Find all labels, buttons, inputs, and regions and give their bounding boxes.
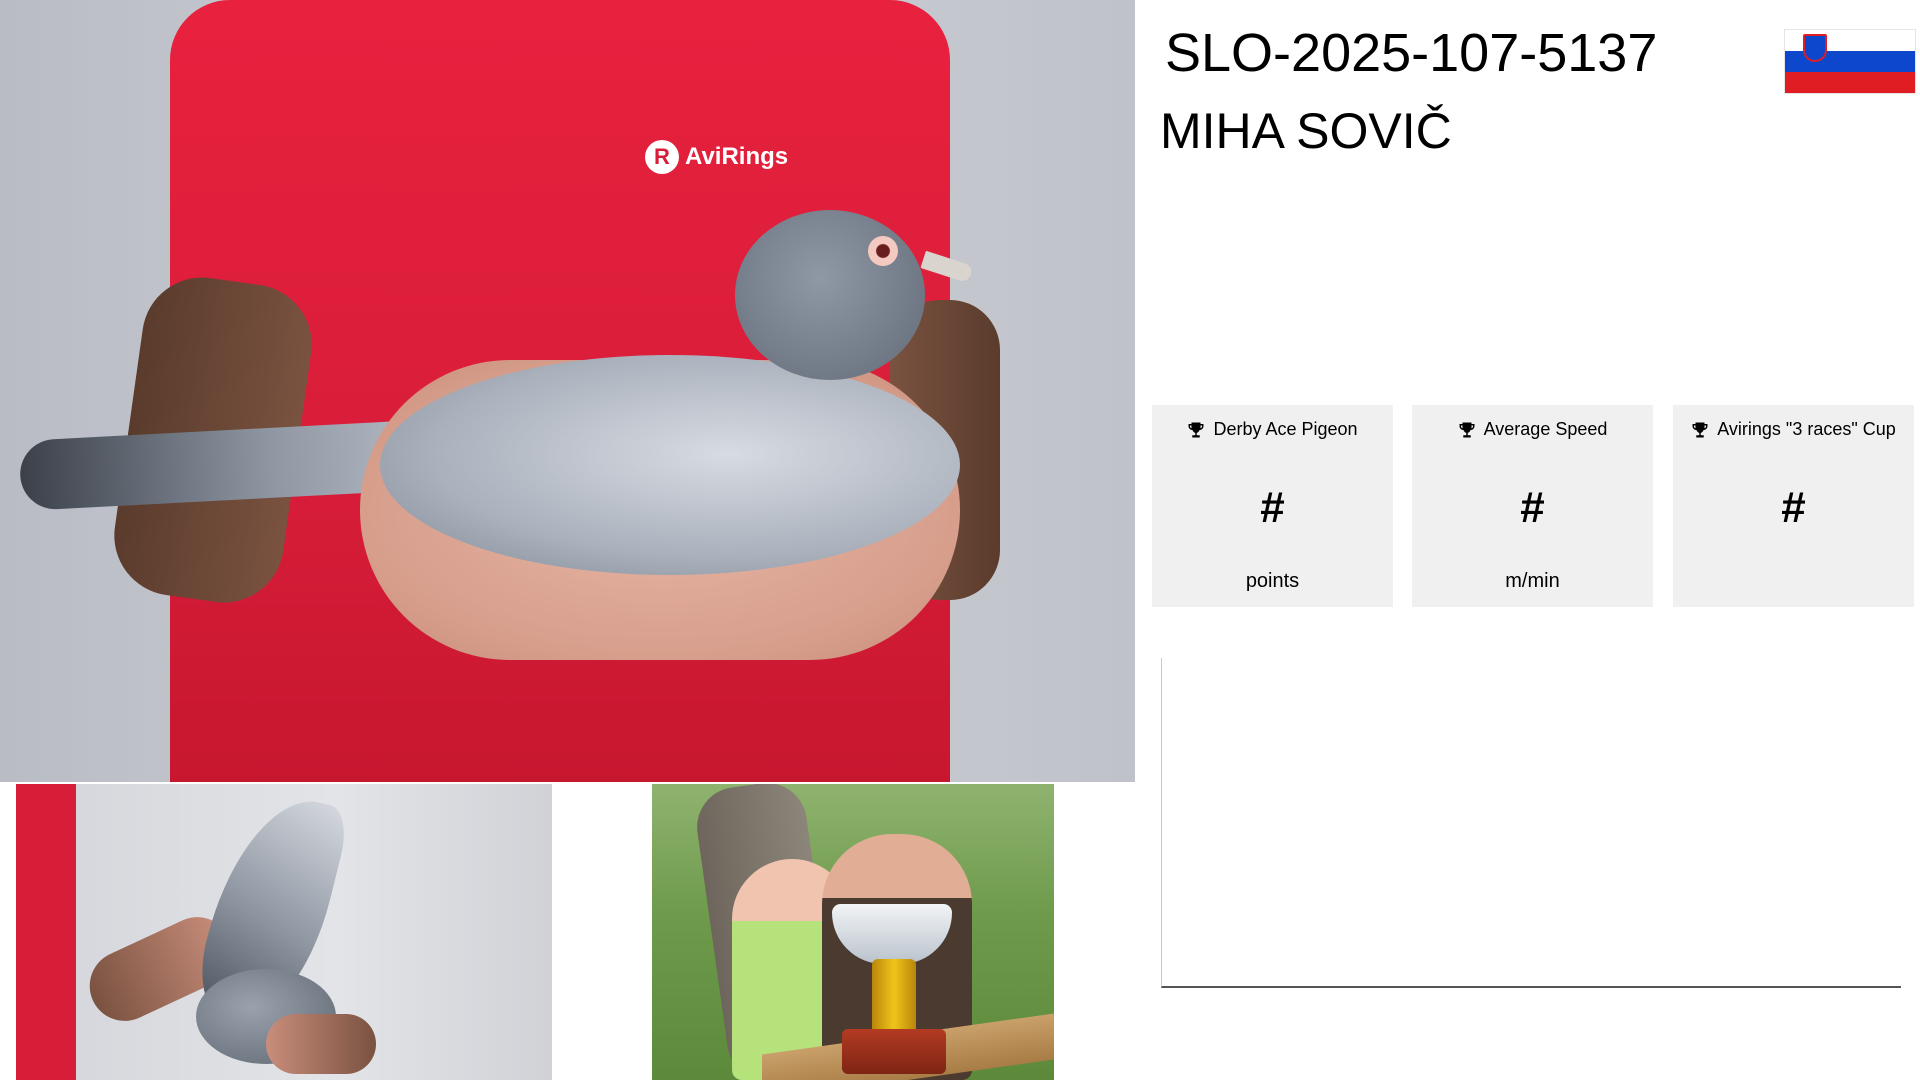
trophy-cup-base xyxy=(842,1029,946,1074)
avirings-logo-mark: R xyxy=(645,140,679,174)
card-unit: m/min xyxy=(1505,570,1560,592)
card-unit: points xyxy=(1245,570,1300,592)
card-value: # xyxy=(1781,483,1806,532)
average-speed-card: Average Speed # m/min xyxy=(1412,405,1653,607)
three-races-cup-card: Avirings "3 races" Cup # xyxy=(1673,405,1914,607)
card-title: Avirings "3 races" Cup xyxy=(1717,419,1896,439)
red-shirt xyxy=(16,784,76,1080)
ring-number: SLO-2025-107-5137 xyxy=(1165,23,1658,83)
pigeon-body xyxy=(380,355,960,575)
card-value: # xyxy=(1260,483,1285,532)
results-panel xyxy=(1161,658,1901,988)
avirings-logo: R AviRings xyxy=(645,140,788,174)
card-title: Average Speed xyxy=(1483,419,1608,439)
pigeon-head xyxy=(735,210,925,380)
trophy-cup-stem xyxy=(872,959,916,1039)
wing-photo xyxy=(16,784,552,1080)
avirings-logo-text: AviRings xyxy=(685,143,789,170)
derby-ace-pigeon-card: Derby Ace Pigeon # points xyxy=(1152,405,1393,607)
slovenia-flag-icon xyxy=(1785,30,1915,93)
trophy-icon xyxy=(1187,421,1205,439)
owner-name: MIHA SOVIČ xyxy=(1160,103,1452,159)
card-title: Derby Ace Pigeon xyxy=(1213,419,1358,439)
hand xyxy=(266,1014,376,1074)
main-pigeon-photo: R AviRings xyxy=(0,0,1135,782)
trophy-icon xyxy=(1691,421,1709,439)
card-value: # xyxy=(1520,483,1545,532)
trophy-icon xyxy=(1458,421,1476,439)
flag-coat-of-arms xyxy=(1803,34,1827,62)
pigeon-eye xyxy=(868,236,898,266)
owners-trophy-photo xyxy=(652,784,1054,1080)
flag-stripe-red xyxy=(1785,72,1915,93)
